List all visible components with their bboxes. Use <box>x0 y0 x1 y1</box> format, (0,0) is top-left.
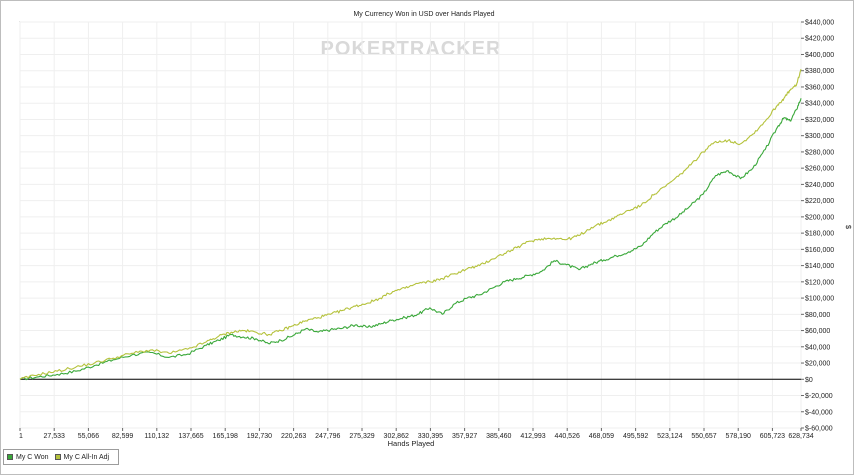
y-tick-label: $120,000 <box>805 279 834 286</box>
y-tick-label: $-60,000 <box>805 426 833 433</box>
y-tick-label: $100,000 <box>805 296 834 303</box>
y-tick-label: $160,000 <box>805 247 834 254</box>
y-axis-label: $ <box>844 225 853 230</box>
y-tick-label: $200,000 <box>805 214 834 221</box>
y-tick-label: $220,000 <box>805 198 834 205</box>
legend-swatch-won <box>7 454 13 460</box>
x-tick-label: 82,599 <box>112 433 134 440</box>
x-tick-label: 440,526 <box>555 433 580 440</box>
chart-title: My Currency Won in USD over Hands Played <box>353 11 494 18</box>
x-tick-label: 385,460 <box>486 433 511 440</box>
y-tick-label: $40,000 <box>805 344 830 351</box>
x-tick-label: 220,263 <box>281 433 306 440</box>
y-tick-label: $0 <box>805 377 813 384</box>
y-axis-ticks: $440,000 $420,000 $400,000 $380,000 $360,000… <box>801 20 834 433</box>
legend-swatch-allin <box>54 454 61 460</box>
x-tick-label: 110,132 <box>144 433 169 440</box>
x-tick-label: 578,190 <box>726 433 751 440</box>
x-tick-label: 605,723 <box>760 433 785 440</box>
y-tick-label: $420,000 <box>805 36 834 43</box>
y-tick-label: $320,000 <box>805 117 834 124</box>
y-tick-label: $340,000 <box>805 101 834 108</box>
y-tick-label: $140,000 <box>805 263 834 270</box>
y-tick-label: $-20,000 <box>805 393 833 400</box>
legend: My C Won My C All-In Adj <box>3 449 119 465</box>
legend-item-won[interactable]: My C Won <box>7 454 49 461</box>
pokertracker-watermark: POKERTRACKER <box>321 38 502 60</box>
x-tick-label: 357,927 <box>452 433 477 440</box>
y-tick-label: $440,000 <box>805 20 834 27</box>
plot-area <box>19 21 802 429</box>
y-tick-label: $60,000 <box>805 328 830 335</box>
x-tick-label: 1 <box>19 433 23 440</box>
x-tick-label: 55,066 <box>78 433 100 440</box>
y-tick-label: $80,000 <box>805 312 830 319</box>
y-tick-label: $20,000 <box>805 361 830 368</box>
x-tick-label: 275,329 <box>349 433 374 440</box>
y-tick-label: $-40,000 <box>805 409 833 416</box>
legend-label-won: My C Won <box>16 453 49 461</box>
x-tick-label: 412,993 <box>520 433 545 440</box>
x-tick-label: 247,796 <box>315 433 340 440</box>
x-tick-label: 523,124 <box>657 433 682 440</box>
y-tick-label: $400,000 <box>805 52 834 59</box>
y-tick-label: $280,000 <box>805 149 834 156</box>
y-tick-label: $360,000 <box>805 84 834 91</box>
legend-label-allin: My C All-In Adj <box>63 453 110 461</box>
x-tick-label: 468,059 <box>589 433 614 440</box>
y-tick-label: $240,000 <box>805 182 834 189</box>
y-tick-label: $300,000 <box>805 133 834 140</box>
x-tick-label: 137,665 <box>178 433 203 440</box>
x-tick-label: 550,657 <box>691 433 716 440</box>
x-tick-label: 628,734 <box>788 433 813 440</box>
chart-canvas: My Currency Won in USD over Hands Played… <box>19 11 853 448</box>
x-tick-label: 192,730 <box>247 433 272 440</box>
y-tick-label: $380,000 <box>805 68 834 75</box>
x-tick-label: 165,198 <box>213 433 238 440</box>
x-axis-label: Hands Played <box>388 439 435 448</box>
legend-item-allin[interactable]: My C All-In Adj <box>54 453 110 461</box>
x-tick-label: 495,592 <box>623 433 648 440</box>
y-tick-label: $260,000 <box>805 166 834 173</box>
y-tick-label: $180,000 <box>805 231 834 238</box>
x-tick-label: 27,533 <box>43 433 65 440</box>
